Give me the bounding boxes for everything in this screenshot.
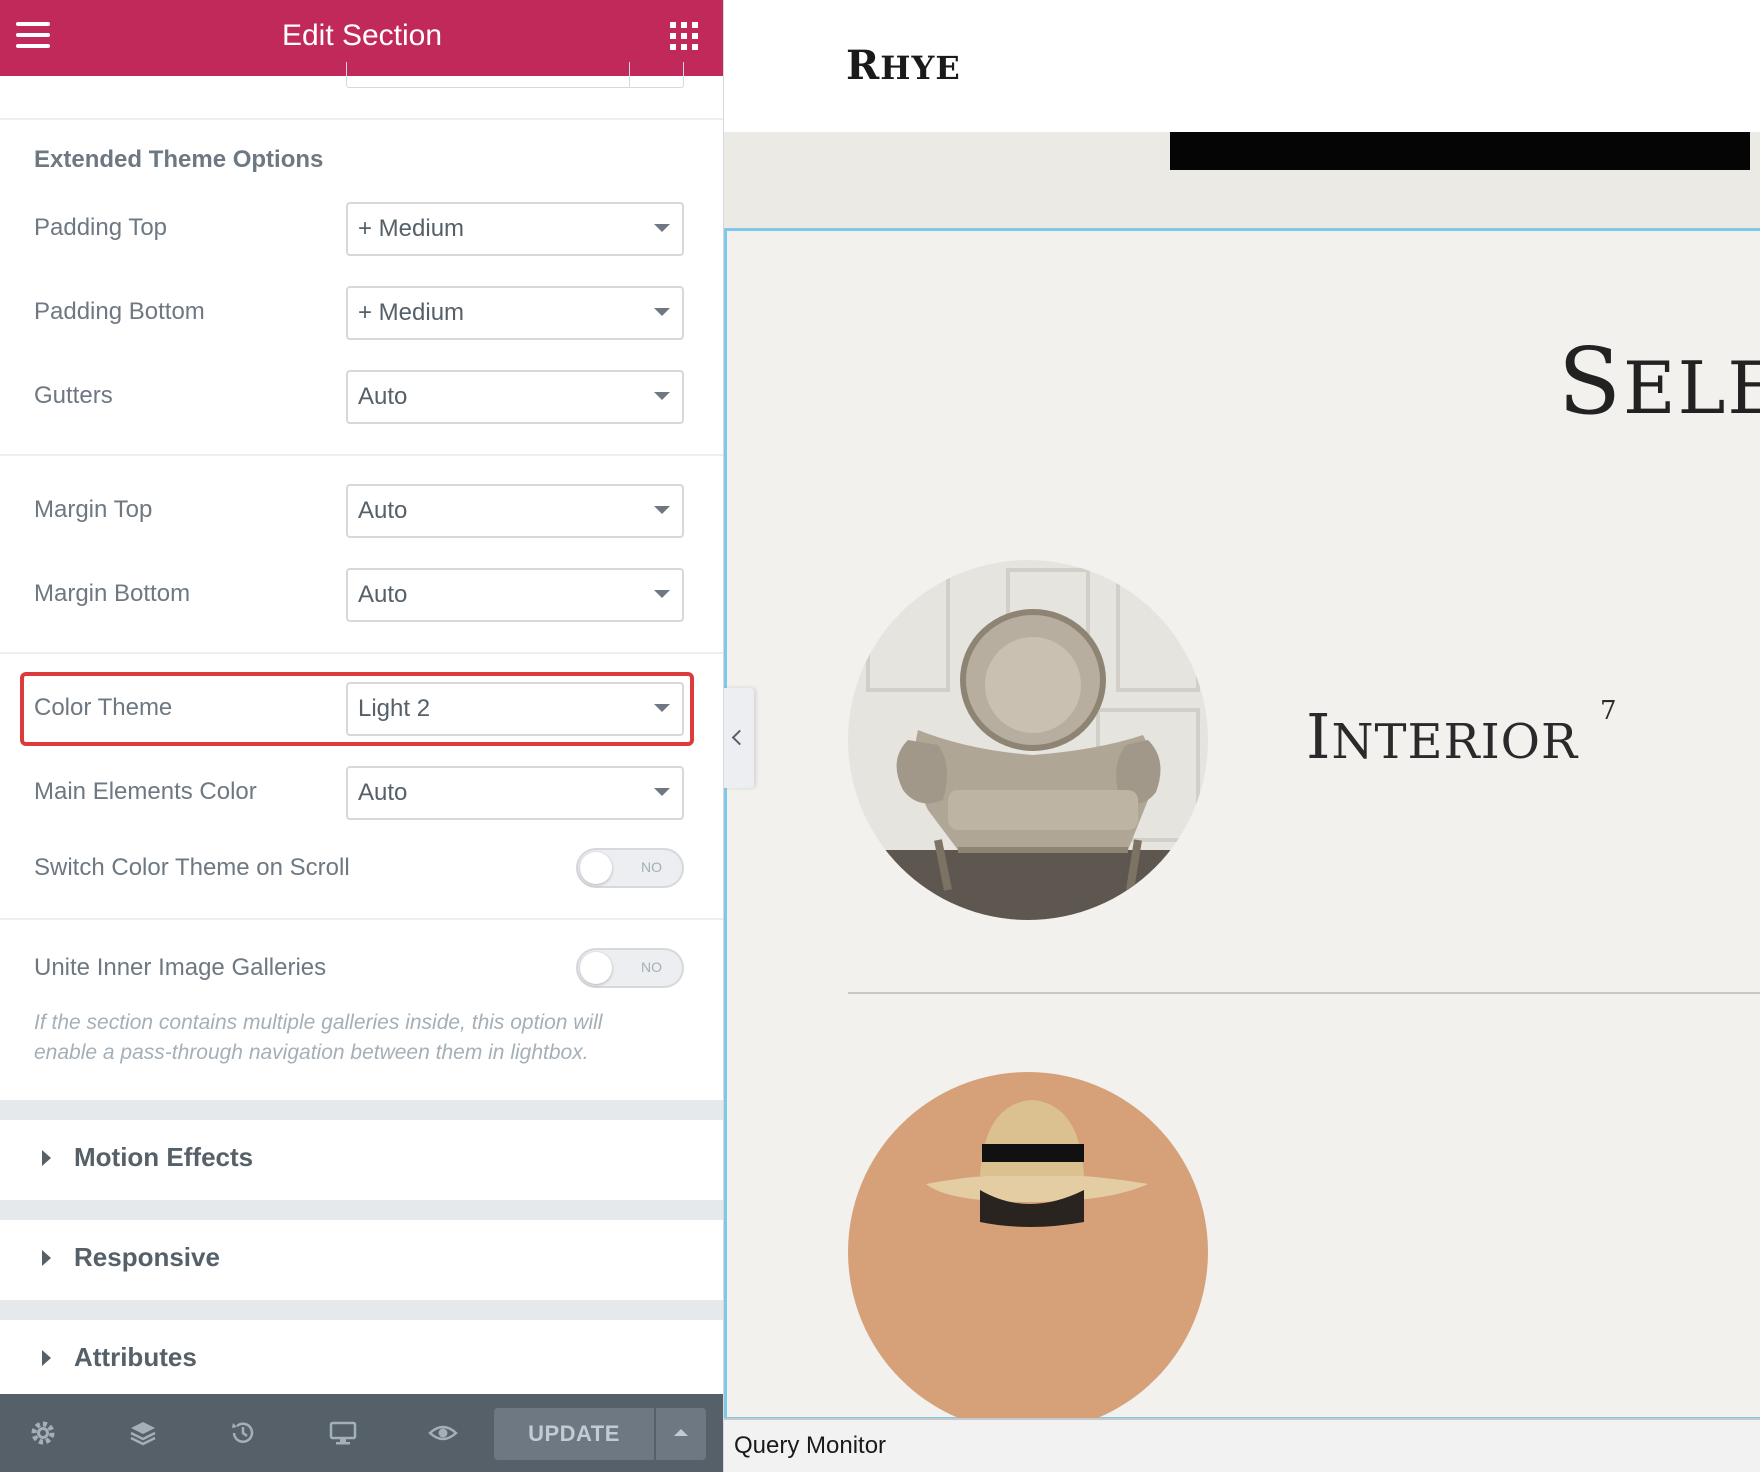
straw-hat-image (848, 1072, 1208, 1432)
panel-title: Edit Section (281, 19, 443, 52)
padding-top-value: + Medium (358, 215, 465, 242)
section-label: Responsive (74, 1242, 220, 1272)
section-heading: SELEC (1558, 328, 1760, 435)
divider (0, 652, 723, 654)
padding-top-select[interactable]: + Medium (346, 202, 684, 256)
switch-color-theme-toggle[interactable]: NO (576, 848, 684, 888)
section-responsive[interactable]: Responsive (0, 1220, 723, 1300)
help-text: If the section contains multiple galleri… (34, 1011, 603, 1064)
chevron-down-icon (654, 506, 670, 514)
margin-top-value: Auto (358, 497, 408, 524)
heading-rest: ELEC (1623, 346, 1760, 430)
chevron-down-icon (654, 788, 670, 796)
divider (0, 118, 723, 120)
section-label: Attributes (74, 1342, 197, 1372)
heading-initial: S (1558, 328, 1624, 435)
hero-image-bar (1170, 132, 1750, 170)
gutters-value: Auto (358, 383, 408, 410)
gutters-label: Gutters (34, 382, 113, 409)
layers-icon[interactable] (128, 1418, 158, 1448)
main-elements-color-select[interactable]: Auto (346, 766, 684, 820)
hero-strip (724, 132, 1760, 228)
update-options-button[interactable] (656, 1408, 706, 1460)
query-monitor-label: Query Monitor (734, 1432, 887, 1459)
margin-bottom-label: Margin Bottom (34, 580, 191, 607)
group-title: Extended Theme Options (34, 146, 324, 173)
toggle-state-text: NO (641, 959, 662, 975)
section-rule (848, 992, 1760, 994)
padding-top-label: Padding Top (34, 214, 168, 241)
switch-color-theme-label: Switch Color Theme on Scroll (34, 854, 350, 881)
previous-control-input[interactable] (346, 62, 684, 88)
section-separator (0, 1300, 723, 1320)
padding-bottom-label: Padding Bottom (34, 298, 205, 325)
color-theme-label: Color Theme (34, 694, 173, 721)
caret-right-icon (42, 1250, 51, 1266)
query-monitor-bar[interactable]: Query Monitor (724, 1418, 1760, 1472)
toggle-knob (580, 952, 612, 984)
site-header: RHYE (724, 0, 1760, 132)
logo-initial: R (846, 42, 881, 89)
section-motion-effects[interactable]: Motion Effects (0, 1120, 723, 1200)
color-theme-value: Light 2 (358, 695, 431, 722)
toggle-knob (580, 852, 612, 884)
divider (0, 454, 723, 456)
divider (0, 918, 723, 920)
main-elements-color-label: Main Elements Color (34, 778, 257, 805)
chevron-down-icon (654, 224, 670, 232)
category-count: 7 (1600, 696, 1617, 726)
panel-footer: UPDATE (0, 1394, 723, 1472)
unite-galleries-label: Unite Inner Image Galleries (34, 954, 327, 981)
category-title[interactable]: INTERIOR (1306, 700, 1578, 773)
main-elements-color-value: Auto (358, 779, 408, 806)
padding-bottom-select[interactable]: + Medium (346, 286, 684, 340)
chevron-down-icon (654, 392, 670, 400)
history-icon[interactable] (228, 1418, 258, 1448)
chevron-down-icon (654, 308, 670, 316)
margin-bottom-select[interactable]: Auto (346, 568, 684, 622)
category-initial: I (1306, 700, 1332, 773)
section-label: Motion Effects (74, 1142, 254, 1172)
logo-rest: HYE (880, 49, 961, 87)
chevron-down-icon (654, 590, 670, 598)
padding-bottom-value: + Medium (358, 299, 465, 326)
armchair-image (848, 560, 1208, 920)
chevron-down-icon (654, 704, 670, 712)
apps-grid-icon[interactable] (670, 22, 698, 50)
margin-top-select[interactable]: Auto (346, 484, 684, 538)
margin-bottom-value: Auto (358, 581, 408, 608)
site-preview: RHYE SELEC INTERIOR 7 Query Monitor (724, 0, 1760, 1472)
site-logo[interactable]: RHYE (846, 42, 961, 89)
preview-eye-icon[interactable] (428, 1418, 458, 1448)
collapse-panel-toggle[interactable] (724, 688, 754, 788)
unite-galleries-toggle[interactable]: NO (576, 948, 684, 988)
section-separator (0, 1100, 723, 1120)
caret-right-icon (42, 1350, 51, 1366)
category-rest: NTERIOR (1331, 714, 1579, 770)
section-separator (0, 1200, 723, 1220)
margin-top-label: Margin Top (34, 496, 153, 523)
responsive-desktop-icon[interactable] (328, 1418, 358, 1448)
color-theme-select[interactable]: Light 2 (346, 682, 684, 736)
editor-panel: Edit Section Extended Theme Options Padd… (0, 0, 724, 1472)
toggle-state-text: NO (641, 859, 662, 875)
settings-icon[interactable] (28, 1418, 58, 1448)
gutters-select[interactable]: Auto (346, 370, 684, 424)
section-attributes[interactable]: Attributes (0, 1320, 723, 1400)
caret-right-icon (42, 1150, 51, 1166)
update-button[interactable]: UPDATE (494, 1408, 654, 1460)
